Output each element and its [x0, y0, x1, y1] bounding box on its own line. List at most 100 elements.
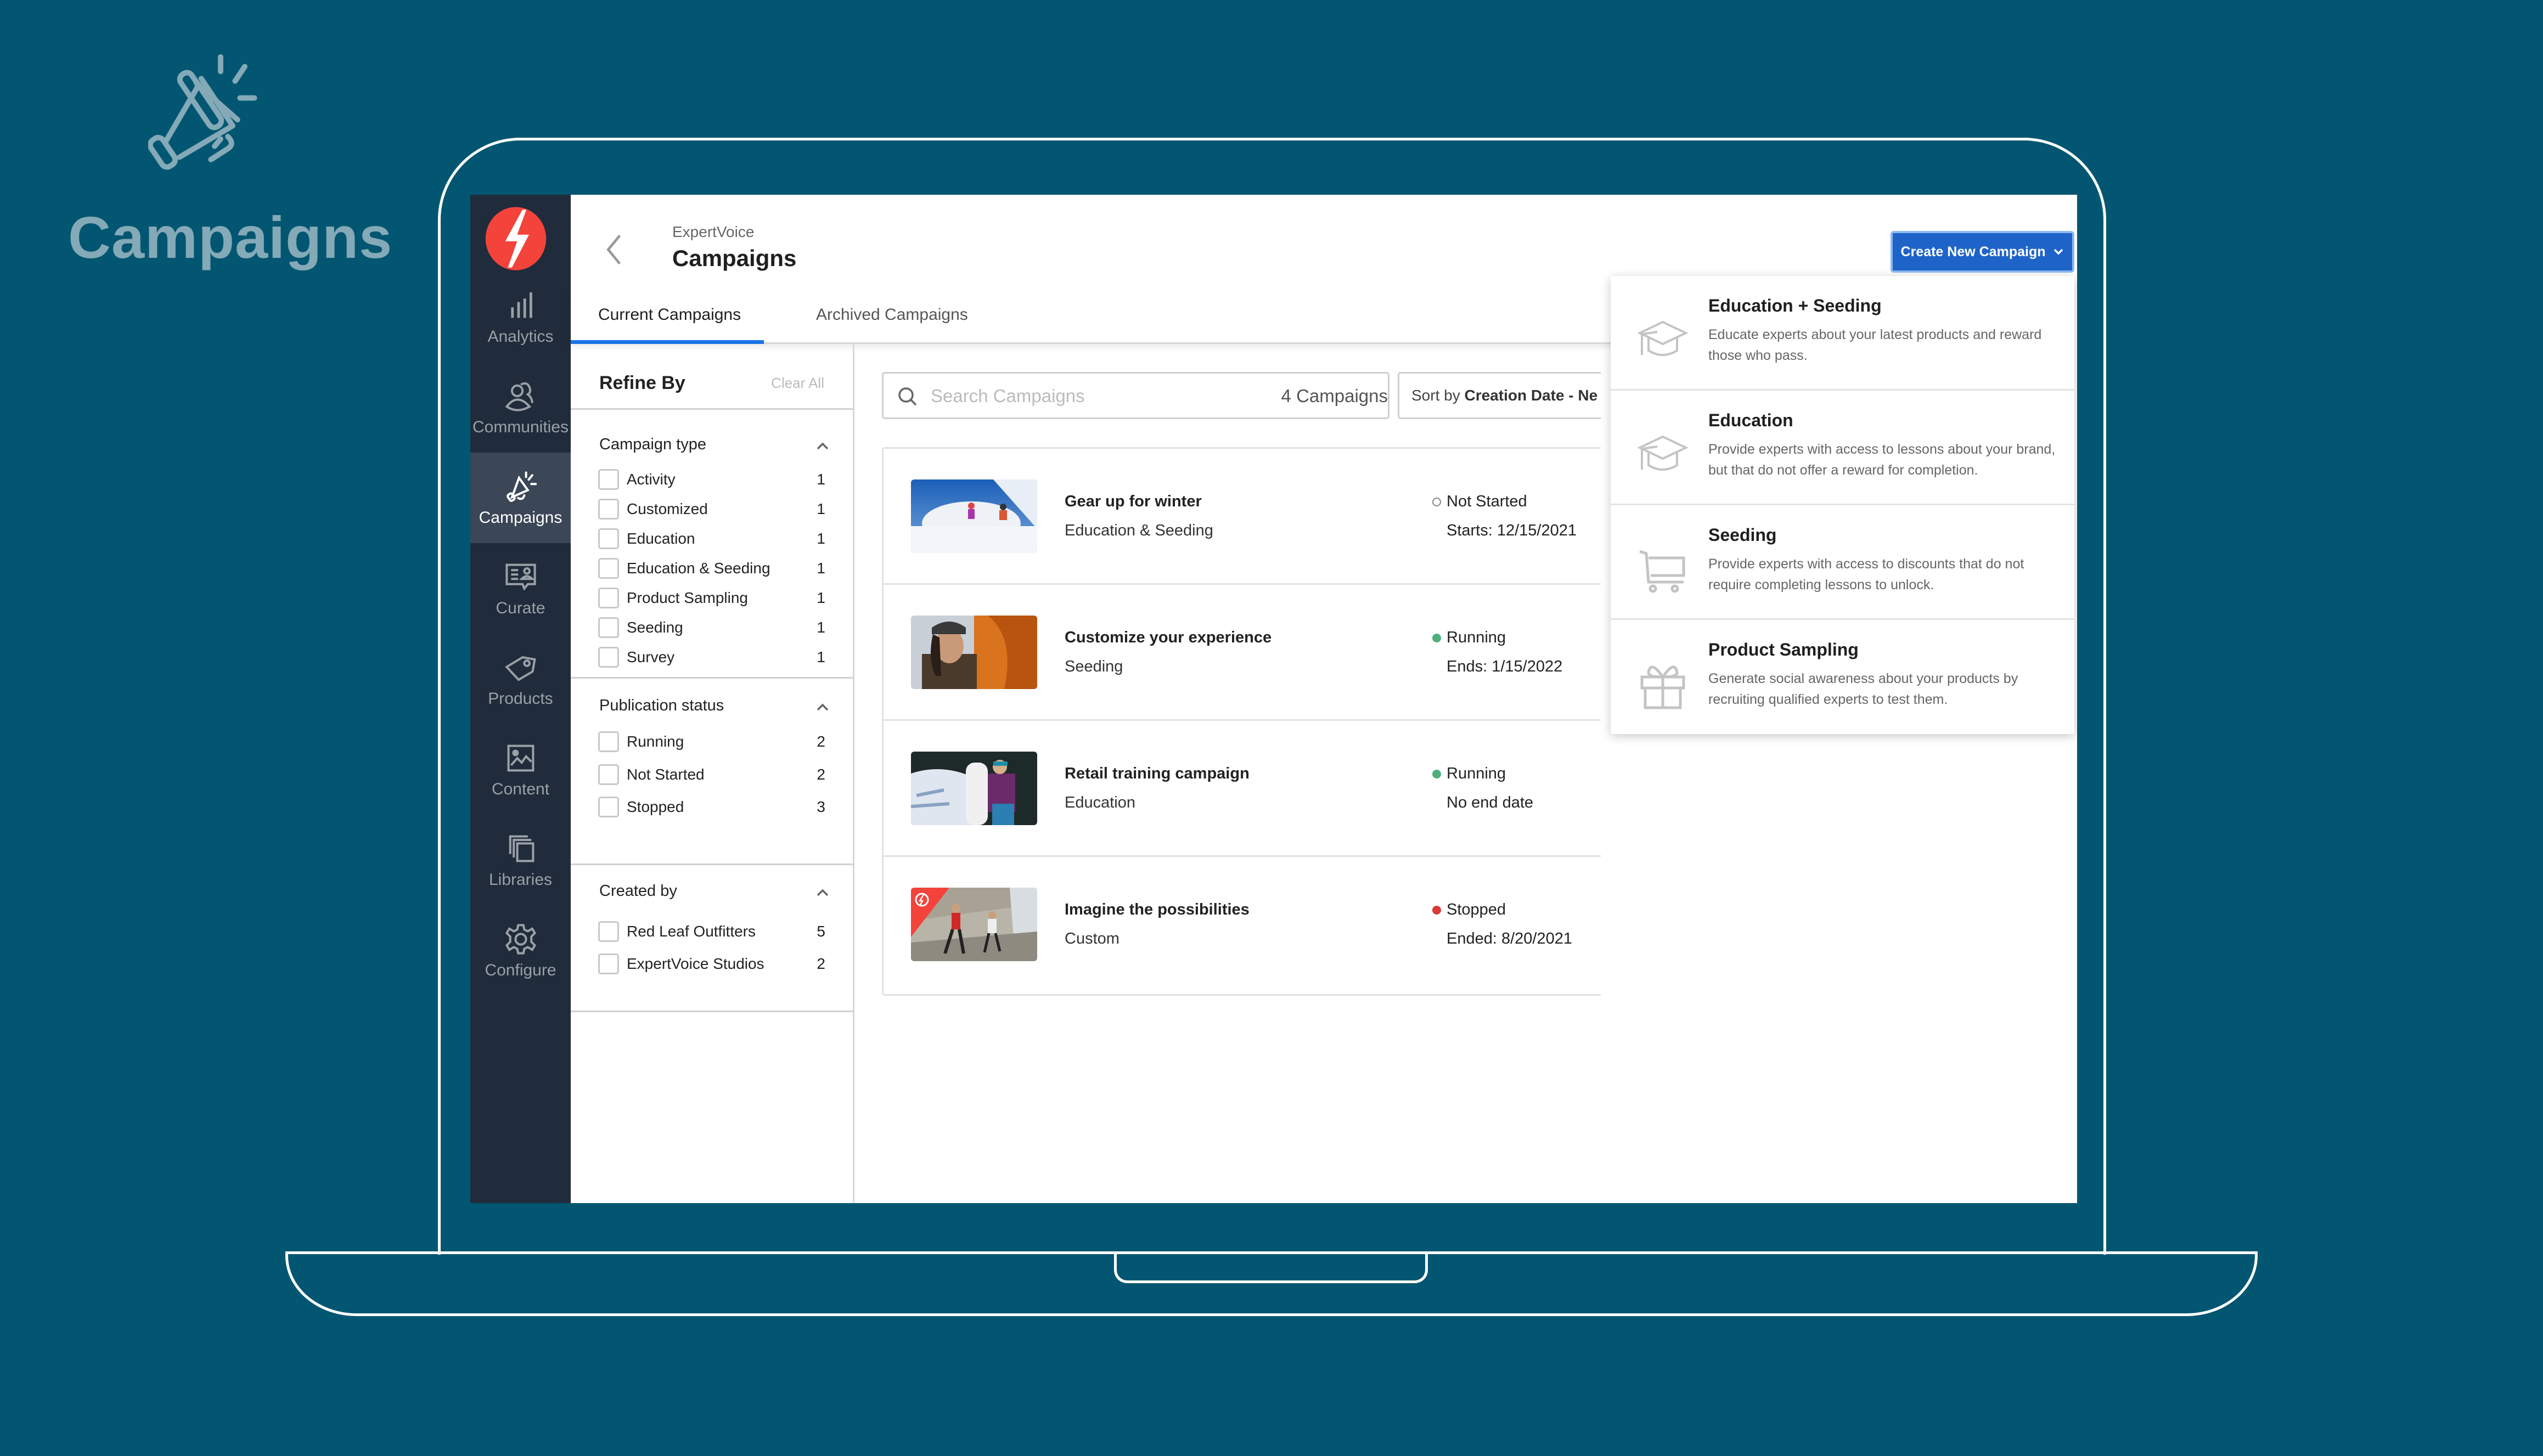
- app-window: Analytics Communities Campaigns Curate P…: [470, 195, 2077, 1203]
- chevron-up-icon[interactable]: [815, 703, 830, 712]
- campaign-type: Education: [1065, 794, 1135, 811]
- sort-select[interactable]: Sort by Creation Date - Ne: [1398, 372, 1601, 419]
- search-box: 4 Campaigns: [882, 372, 1389, 419]
- status-dot-running: [1432, 633, 1441, 642]
- nav-communities[interactable]: Communities: [470, 362, 571, 453]
- campaign-list: Gear up for winter Education & Seeding N…: [882, 447, 1601, 996]
- campaign-thumbnail-skiers: [911, 479, 1037, 553]
- campaign-status: Running: [1432, 629, 1506, 647]
- nav-analytics[interactable]: Analytics: [470, 272, 571, 362]
- campaign-count: 4 Campaigns: [1281, 386, 1388, 406]
- campaign-row[interactable]: Gear up for winter Education & Seeding N…: [884, 449, 1601, 585]
- filter-option[interactable]: Survey 1: [598, 646, 825, 668]
- menu-item-title: Seeding: [1708, 525, 1777, 545]
- nav-campaigns[interactable]: Campaigns: [470, 453, 571, 543]
- nav-curate[interactable]: Curate: [470, 543, 571, 634]
- nav-products[interactable]: Products: [470, 634, 571, 724]
- option-count: 1: [817, 560, 825, 577]
- nav-label: Configure: [485, 961, 556, 979]
- refine-title: Refine By: [599, 373, 685, 393]
- campaign-row[interactable]: Customize your experience Seeding Runnin…: [884, 585, 1601, 721]
- status-label: Running: [1447, 629, 1506, 646]
- checkbox[interactable]: [598, 499, 619, 520]
- campaign-title[interactable]: Retail training campaign: [1065, 765, 1250, 783]
- campaign-title[interactable]: Imagine the possibilities: [1065, 901, 1250, 919]
- option-label: Customized: [627, 500, 708, 517]
- checkbox[interactable]: [598, 528, 619, 549]
- nav-content[interactable]: Content: [470, 724, 571, 815]
- checkbox[interactable]: [598, 647, 619, 668]
- nav-label: Communities: [472, 417, 569, 436]
- back-chevron-icon[interactable]: [601, 230, 628, 269]
- filter-option[interactable]: Product Sampling 1: [598, 587, 825, 609]
- option-count: 1: [817, 648, 825, 665]
- campaign-title[interactable]: Gear up for winter: [1065, 493, 1202, 511]
- menu-item-product-sampling[interactable]: Product Sampling Generate social awarene…: [1611, 620, 2074, 735]
- filter-option[interactable]: Red Leaf Outfitters 5: [598, 921, 825, 943]
- bar-chart-icon: [510, 292, 532, 318]
- checkbox[interactable]: [598, 558, 619, 579]
- users-icon: [505, 382, 533, 411]
- campaign-title[interactable]: Customize your experience: [1065, 629, 1272, 647]
- option-label: Product Sampling: [627, 589, 749, 606]
- nav-label: Products: [488, 689, 553, 708]
- clear-all-button[interactable]: Clear All: [771, 375, 824, 392]
- image-icon: [507, 744, 534, 771]
- checkbox[interactable]: [598, 588, 619, 608]
- filter-option[interactable]: ExpertVoice Studios 2: [598, 953, 825, 975]
- campaign-date: No end date: [1447, 794, 1534, 811]
- checkbox[interactable]: [598, 953, 619, 974]
- menu-item-education-seeding[interactable]: Education + Seeding Educate experts abou…: [1611, 276, 2074, 391]
- expertvoice-logo[interactable]: [483, 206, 549, 272]
- filter-group-title: Created by: [599, 882, 677, 900]
- tab-current-campaigns[interactable]: Current Campaigns: [598, 306, 741, 324]
- nav-label: Content: [491, 780, 550, 798]
- filter-option[interactable]: Seeding 1: [598, 617, 825, 639]
- nav-label: Analytics: [487, 327, 554, 346]
- status-dot-running: [1432, 769, 1441, 778]
- chevron-up-icon[interactable]: [815, 888, 830, 897]
- status-label: Stopped: [1447, 901, 1506, 918]
- nav-libraries[interactable]: Libraries: [470, 815, 571, 905]
- option-count: 1: [817, 589, 825, 606]
- filter-group-title: Publication status: [599, 697, 724, 714]
- filter-option[interactable]: Education & Seeding 1: [598, 557, 825, 579]
- menu-item-seeding[interactable]: Seeding Provide experts with access to d…: [1611, 505, 2074, 620]
- search-input[interactable]: [931, 382, 1238, 410]
- checkbox[interactable]: [598, 764, 619, 785]
- filter-option[interactable]: Not Started 2: [598, 764, 825, 786]
- graduation-cap-icon: [1637, 435, 1689, 471]
- filter-option[interactable]: Running 2: [598, 731, 825, 753]
- campaign-thumbnail-snowboarder: [911, 752, 1037, 825]
- filter-option[interactable]: Stopped 3: [598, 796, 825, 818]
- chevron-down-icon: [2054, 249, 2063, 255]
- campaign-row[interactable]: Retail training campaign Education Runni…: [884, 721, 1601, 857]
- laptop-notch: [1114, 1251, 1428, 1283]
- checkbox[interactable]: [598, 921, 619, 942]
- campaign-type: Education & Seeding: [1065, 522, 1213, 539]
- tab-archived-campaigns[interactable]: Archived Campaigns: [816, 306, 968, 324]
- menu-item-education[interactable]: Education Provide experts with access to…: [1611, 391, 2074, 505]
- filter-group-campaign-type: Campaign type Activity 1 Customized 1 Educ…: [571, 411, 853, 679]
- nav-configure[interactable]: Configure: [470, 905, 571, 996]
- filter-option[interactable]: Customized 1: [598, 498, 825, 520]
- campaign-row[interactable]: Imagine the possibilities Custom Stopped…: [884, 857, 1601, 993]
- option-label: Stopped: [627, 798, 684, 815]
- option-count: 1: [817, 471, 825, 488]
- breadcrumb[interactable]: ExpertVoice: [672, 223, 754, 241]
- checkbox[interactable]: [598, 617, 619, 638]
- campaign-date: Ended: 8/20/2021: [1447, 930, 1572, 947]
- option-label: Seeding: [627, 619, 683, 636]
- campaign-thumbnail-skaters: [911, 888, 1037, 961]
- filter-option[interactable]: Activity 1: [598, 469, 825, 490]
- checkbox[interactable]: [598, 469, 619, 490]
- page-title: Campaigns: [672, 245, 797, 271]
- filter-option[interactable]: Education 1: [598, 528, 825, 550]
- create-new-campaign-button[interactable]: Create New Campaign: [1891, 231, 2074, 273]
- sidebar: Analytics Communities Campaigns Curate P…: [470, 195, 571, 1203]
- chevron-up-icon[interactable]: [815, 442, 830, 450]
- menu-item-description: Generate social awareness about your pro…: [1708, 671, 2018, 707]
- checkbox[interactable]: [598, 797, 619, 817]
- nav-label: Curate: [496, 599, 545, 617]
- checkbox[interactable]: [598, 731, 619, 752]
